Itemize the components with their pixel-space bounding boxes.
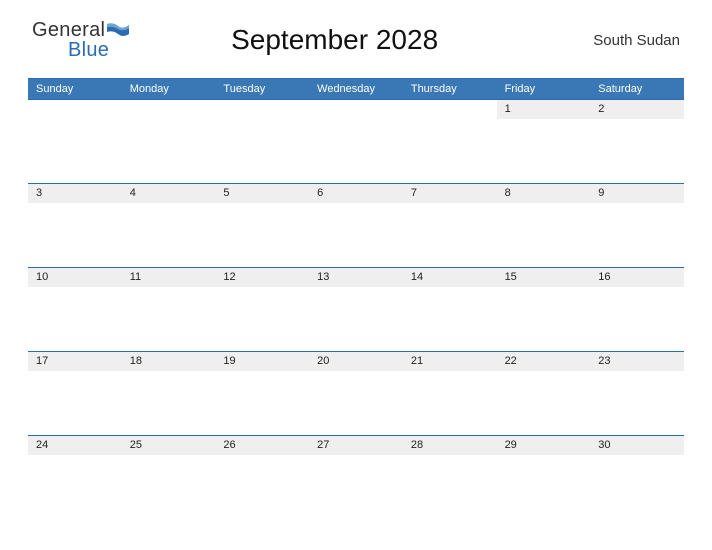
date-number: 4: [122, 183, 216, 203]
date-number: 26: [215, 435, 309, 455]
day-header-wed: Wednesday: [309, 79, 403, 99]
date-cell: 17: [28, 351, 122, 435]
date-number: 25: [122, 435, 216, 455]
date-cell: 10: [28, 267, 122, 351]
date-cell: 16: [590, 267, 684, 351]
date-number: [403, 99, 497, 119]
date-cell: 11: [122, 267, 216, 351]
date-cell: [403, 99, 497, 183]
date-cell: 8: [497, 183, 591, 267]
date-number: 9: [590, 183, 684, 203]
date-cell: [122, 99, 216, 183]
date-cell: 22: [497, 351, 591, 435]
date-number: 12: [215, 267, 309, 287]
date-cell: 3: [28, 183, 122, 267]
day-header-fri: Friday: [497, 79, 591, 99]
date-cell: 19: [215, 351, 309, 435]
date-cell: 28: [403, 435, 497, 519]
date-number: 23: [590, 351, 684, 371]
date-cell: 25: [122, 435, 216, 519]
date-number: 19: [215, 351, 309, 371]
date-number: 18: [122, 351, 216, 371]
date-number: 21: [403, 351, 497, 371]
date-number: 13: [309, 267, 403, 287]
date-cell: 9: [590, 183, 684, 267]
date-cell: [309, 99, 403, 183]
day-header-thu: Thursday: [403, 79, 497, 99]
date-cell: 18: [122, 351, 216, 435]
date-cell: 21: [403, 351, 497, 435]
date-cell: [28, 99, 122, 183]
date-cell: 13: [309, 267, 403, 351]
date-number: 1: [497, 99, 591, 119]
day-header-sat: Saturday: [590, 79, 684, 99]
date-number: 15: [497, 267, 591, 287]
date-number: 7: [403, 183, 497, 203]
date-number: [28, 99, 122, 119]
calendar-header: GeneralBlue September 2028 South Sudan: [28, 20, 684, 60]
date-cell: 15: [497, 267, 591, 351]
date-cell: 4: [122, 183, 216, 267]
date-cell: 6: [309, 183, 403, 267]
date-number: [309, 99, 403, 119]
date-number: 3: [28, 183, 122, 203]
date-cell: 1: [497, 99, 591, 183]
date-number: 22: [497, 351, 591, 371]
date-number: 30: [590, 435, 684, 455]
calendar-title: September 2028: [89, 24, 580, 56]
date-cell: 20: [309, 351, 403, 435]
date-cell: 24: [28, 435, 122, 519]
date-number: 10: [28, 267, 122, 287]
day-headers-row: Sunday Monday Tuesday Wednesday Thursday…: [28, 78, 684, 99]
date-number: [122, 99, 216, 119]
date-number: 24: [28, 435, 122, 455]
day-header-sun: Sunday: [28, 79, 122, 99]
date-cell: 29: [497, 435, 591, 519]
date-cell: 12: [215, 267, 309, 351]
date-cell: 23: [590, 351, 684, 435]
date-cell: 5: [215, 183, 309, 267]
day-header-tue: Tuesday: [215, 79, 309, 99]
date-number: 29: [497, 435, 591, 455]
region-label: South Sudan: [580, 32, 680, 49]
date-number: 17: [28, 351, 122, 371]
day-header-mon: Monday: [122, 79, 216, 99]
date-cell: 30: [590, 435, 684, 519]
date-number: [215, 99, 309, 119]
date-number: 14: [403, 267, 497, 287]
date-number: 28: [403, 435, 497, 455]
calendar-grid: 1234567891011121314151617181920212223242…: [28, 99, 684, 519]
date-cell: 7: [403, 183, 497, 267]
date-number: 16: [590, 267, 684, 287]
date-number: 20: [309, 351, 403, 371]
date-cell: [215, 99, 309, 183]
date-cell: 26: [215, 435, 309, 519]
date-number: 2: [590, 99, 684, 119]
date-number: 27: [309, 435, 403, 455]
date-cell: 2: [590, 99, 684, 183]
date-cell: 27: [309, 435, 403, 519]
date-number: 11: [122, 267, 216, 287]
date-number: 8: [497, 183, 591, 203]
date-number: 5: [215, 183, 309, 203]
date-number: 6: [309, 183, 403, 203]
date-cell: 14: [403, 267, 497, 351]
